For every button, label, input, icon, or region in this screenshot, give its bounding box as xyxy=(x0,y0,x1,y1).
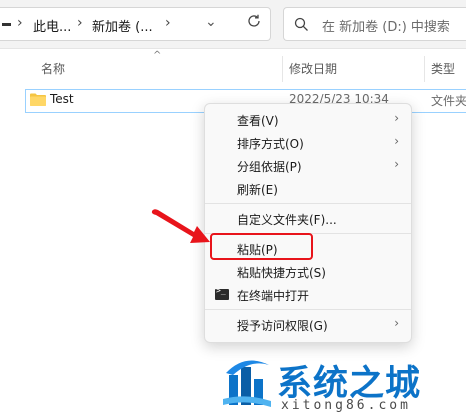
menu-item-label: 分组依据(P) xyxy=(237,160,302,174)
menu-item-group-by[interactable]: 分组依据(P) › xyxy=(205,155,411,177)
submenu-chevron-icon: › xyxy=(394,157,399,171)
search-icon xyxy=(294,17,308,31)
file-type: 文件夹 xyxy=(431,94,466,108)
breadcrumb-separator-icon[interactable]: › xyxy=(77,15,83,31)
refresh-icon[interactable] xyxy=(246,13,262,29)
menu-item-give-access[interactable]: 授予访问权限(G) › xyxy=(205,314,411,336)
menu-item-view[interactable]: 查看(V) › xyxy=(205,109,411,131)
paste-highlight-box xyxy=(210,233,313,260)
menu-item-refresh[interactable]: 刷新(E) xyxy=(205,178,411,200)
menu-separator xyxy=(205,309,411,310)
file-name[interactable]: Test xyxy=(50,92,74,106)
folder-icon xyxy=(30,93,46,106)
address-dropdown-icon[interactable]: ⌄ xyxy=(205,14,217,30)
submenu-chevron-icon: › xyxy=(394,134,399,148)
menu-item-label: 授予访问权限(G) xyxy=(237,319,328,333)
submenu-chevron-icon: › xyxy=(394,316,399,330)
search-input[interactable]: 在 新加卷 (D:) 中搜索 xyxy=(283,7,466,41)
column-divider[interactable] xyxy=(424,56,425,82)
menu-item-paste-shortcut[interactable]: 粘贴快捷方式(S) xyxy=(205,261,411,283)
watermark: 系统之城 xitong86.com xyxy=(219,343,466,419)
menu-item-label: 自定义文件夹(F)... xyxy=(237,213,337,227)
address-bar-area: › 此电... › 新加卷 (... › ⌄ 在 新加卷 (D:) 中搜索 xyxy=(0,0,466,49)
column-divider[interactable] xyxy=(282,56,283,82)
watermark-url: xitong86.com xyxy=(281,398,411,413)
search-placeholder: 在 新加卷 (D:) 中搜索 xyxy=(322,20,450,35)
column-header-type[interactable]: 类型 xyxy=(431,60,455,77)
menu-item-label: 粘贴快捷方式(S) xyxy=(237,266,326,280)
red-arrow-icon xyxy=(151,209,210,243)
column-header-date[interactable]: 修改日期 xyxy=(289,60,337,77)
breadcrumb-volume[interactable]: 新加卷 (... xyxy=(92,16,153,35)
menu-item-label: 排序方式(O) xyxy=(237,137,304,151)
menu-item-open-in-terminal[interactable]: 在终端中打开 xyxy=(205,284,411,306)
sort-ascending-icon: ^ xyxy=(153,50,162,61)
breadcrumb-separator-icon[interactable]: › xyxy=(17,15,23,31)
submenu-chevron-icon: › xyxy=(394,111,399,125)
menu-separator xyxy=(205,203,411,204)
column-headers: ^ 名称 修改日期 类型 xyxy=(0,50,466,86)
breadcrumb-this-pc[interactable]: 此电... xyxy=(33,16,71,35)
column-header-name[interactable]: 名称 xyxy=(41,60,65,77)
menu-item-label: 在终端中打开 xyxy=(237,289,310,303)
castle-logo-icon xyxy=(223,360,271,407)
menu-item-label: 查看(V) xyxy=(237,114,279,128)
menu-item-label: 刷新(E) xyxy=(237,183,278,197)
terminal-icon xyxy=(215,286,229,300)
menu-item-sort-by[interactable]: 排序方式(O) › xyxy=(205,132,411,154)
address-bar-overflow-icon[interactable] xyxy=(2,23,11,26)
menu-item-customize-folder[interactable]: 自定义文件夹(F)... xyxy=(205,208,411,230)
address-field[interactable]: › 此电... › 新加卷 (... › ⌄ xyxy=(0,7,271,41)
context-menu: 查看(V) › 排序方式(O) › 分组依据(P) › 刷新(E) 自定义文件夹… xyxy=(204,103,412,343)
breadcrumb-separator-icon[interactable]: › xyxy=(165,15,171,31)
